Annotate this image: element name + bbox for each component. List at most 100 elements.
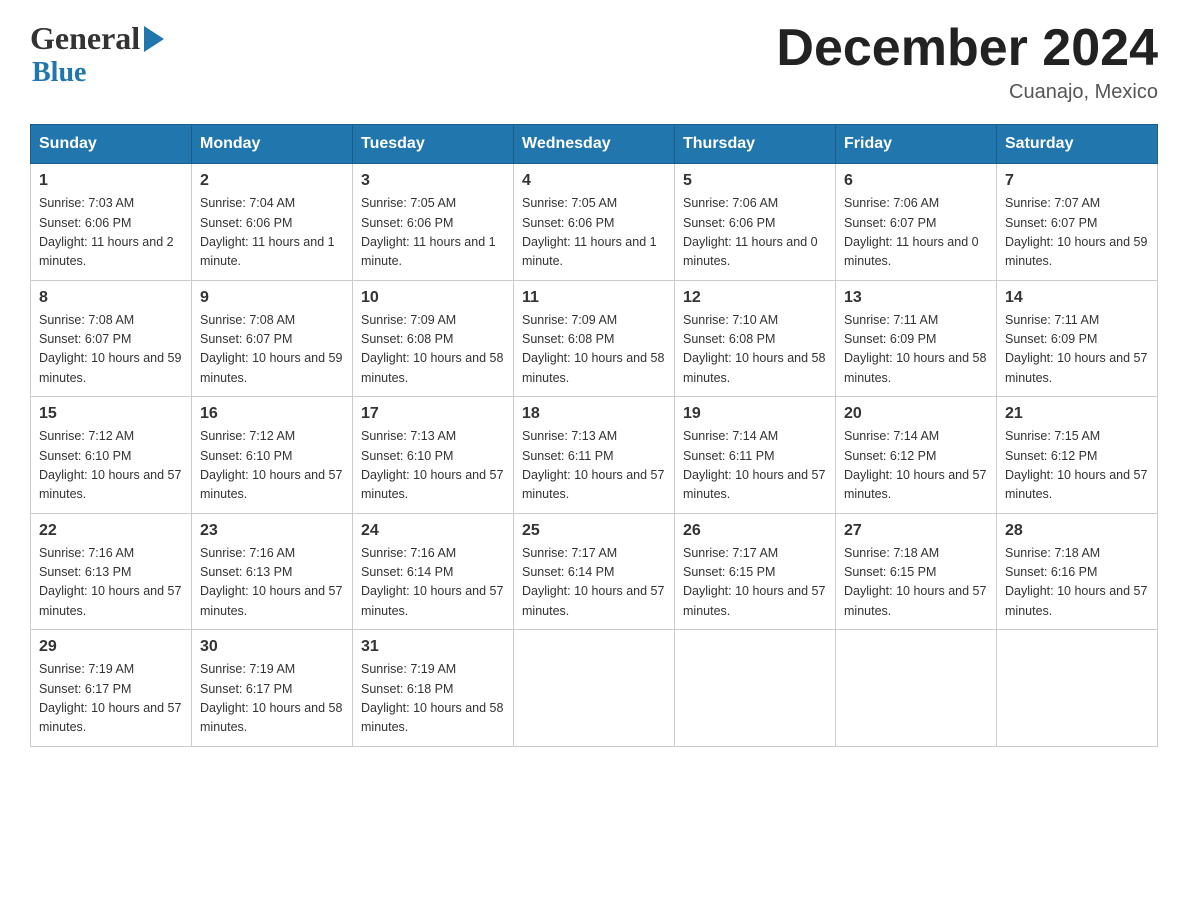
day-info: Sunrise: 7:15 AMSunset: 6:12 PMDaylight:… <box>1005 429 1147 501</box>
calendar-day-30: 30 Sunrise: 7:19 AMSunset: 6:17 PMDaylig… <box>192 630 353 747</box>
calendar-day-24: 24 Sunrise: 7:16 AMSunset: 6:14 PMDaylig… <box>353 513 514 630</box>
calendar-day-28: 28 Sunrise: 7:18 AMSunset: 6:16 PMDaylig… <box>997 513 1158 630</box>
calendar-day-17: 17 Sunrise: 7:13 AMSunset: 6:10 PMDaylig… <box>353 397 514 514</box>
day-number: 8 <box>39 289 183 307</box>
day-info: Sunrise: 7:06 AMSunset: 6:07 PMDaylight:… <box>844 196 979 268</box>
day-info: Sunrise: 7:13 AMSunset: 6:10 PMDaylight:… <box>361 429 503 501</box>
calendar-day-empty <box>675 630 836 747</box>
month-title: December 2024 <box>776 20 1158 77</box>
day-number: 12 <box>683 289 827 307</box>
day-number: 13 <box>844 289 988 307</box>
logo: General Blue <box>30 20 164 89</box>
day-info: Sunrise: 7:05 AMSunset: 6:06 PMDaylight:… <box>522 196 657 268</box>
header-thursday: Thursday <box>675 125 836 164</box>
day-number: 10 <box>361 289 505 307</box>
calendar-table: SundayMondayTuesdayWednesdayThursdayFrid… <box>30 124 1158 747</box>
calendar-day-13: 13 Sunrise: 7:11 AMSunset: 6:09 PMDaylig… <box>836 280 997 397</box>
day-info: Sunrise: 7:18 AMSunset: 6:15 PMDaylight:… <box>844 546 986 618</box>
calendar-day-3: 3 Sunrise: 7:05 AMSunset: 6:06 PMDayligh… <box>353 164 514 281</box>
calendar-day-empty <box>514 630 675 747</box>
calendar-day-18: 18 Sunrise: 7:13 AMSunset: 6:11 PMDaylig… <box>514 397 675 514</box>
day-number: 26 <box>683 522 827 540</box>
day-number: 27 <box>844 522 988 540</box>
calendar-day-23: 23 Sunrise: 7:16 AMSunset: 6:13 PMDaylig… <box>192 513 353 630</box>
header-wednesday: Wednesday <box>514 125 675 164</box>
day-info: Sunrise: 7:14 AMSunset: 6:11 PMDaylight:… <box>683 429 825 501</box>
day-info: Sunrise: 7:18 AMSunset: 6:16 PMDaylight:… <box>1005 546 1147 618</box>
day-info: Sunrise: 7:08 AMSunset: 6:07 PMDaylight:… <box>39 313 181 385</box>
day-info: Sunrise: 7:12 AMSunset: 6:10 PMDaylight:… <box>200 429 342 501</box>
day-number: 11 <box>522 289 666 307</box>
logo-triangle-icon <box>144 26 164 52</box>
calendar-day-5: 5 Sunrise: 7:06 AMSunset: 6:06 PMDayligh… <box>675 164 836 281</box>
day-info: Sunrise: 7:11 AMSunset: 6:09 PMDaylight:… <box>844 313 986 385</box>
day-info: Sunrise: 7:04 AMSunset: 6:06 PMDaylight:… <box>200 196 335 268</box>
calendar-day-16: 16 Sunrise: 7:12 AMSunset: 6:10 PMDaylig… <box>192 397 353 514</box>
calendar-day-29: 29 Sunrise: 7:19 AMSunset: 6:17 PMDaylig… <box>31 630 192 747</box>
day-number: 15 <box>39 405 183 423</box>
day-number: 16 <box>200 405 344 423</box>
day-number: 14 <box>1005 289 1149 307</box>
day-number: 20 <box>844 405 988 423</box>
header-tuesday: Tuesday <box>353 125 514 164</box>
calendar-day-22: 22 Sunrise: 7:16 AMSunset: 6:13 PMDaylig… <box>31 513 192 630</box>
day-info: Sunrise: 7:09 AMSunset: 6:08 PMDaylight:… <box>361 313 503 385</box>
calendar-header-row: SundayMondayTuesdayWednesdayThursdayFrid… <box>31 125 1158 164</box>
calendar-day-20: 20 Sunrise: 7:14 AMSunset: 6:12 PMDaylig… <box>836 397 997 514</box>
day-info: Sunrise: 7:12 AMSunset: 6:10 PMDaylight:… <box>39 429 181 501</box>
day-number: 3 <box>361 172 505 190</box>
day-number: 22 <box>39 522 183 540</box>
day-info: Sunrise: 7:17 AMSunset: 6:14 PMDaylight:… <box>522 546 664 618</box>
day-info: Sunrise: 7:10 AMSunset: 6:08 PMDaylight:… <box>683 313 825 385</box>
day-number: 19 <box>683 405 827 423</box>
calendar-day-19: 19 Sunrise: 7:14 AMSunset: 6:11 PMDaylig… <box>675 397 836 514</box>
page-header: General Blue December 2024 Cuanajo, Mexi… <box>30 20 1158 104</box>
location-text: Cuanajo, Mexico <box>776 81 1158 104</box>
calendar-day-empty <box>997 630 1158 747</box>
day-info: Sunrise: 7:08 AMSunset: 6:07 PMDaylight:… <box>200 313 342 385</box>
day-info: Sunrise: 7:05 AMSunset: 6:06 PMDaylight:… <box>361 196 496 268</box>
day-number: 29 <box>39 638 183 656</box>
calendar-day-2: 2 Sunrise: 7:04 AMSunset: 6:06 PMDayligh… <box>192 164 353 281</box>
day-number: 17 <box>361 405 505 423</box>
calendar-week-5: 29 Sunrise: 7:19 AMSunset: 6:17 PMDaylig… <box>31 630 1158 747</box>
calendar-day-empty <box>836 630 997 747</box>
day-number: 9 <box>200 289 344 307</box>
calendar-day-7: 7 Sunrise: 7:07 AMSunset: 6:07 PMDayligh… <box>997 164 1158 281</box>
day-number: 24 <box>361 522 505 540</box>
day-info: Sunrise: 7:16 AMSunset: 6:13 PMDaylight:… <box>39 546 181 618</box>
day-info: Sunrise: 7:03 AMSunset: 6:06 PMDaylight:… <box>39 196 174 268</box>
header-friday: Friday <box>836 125 997 164</box>
day-number: 30 <box>200 638 344 656</box>
header-saturday: Saturday <box>997 125 1158 164</box>
title-block: December 2024 Cuanajo, Mexico <box>776 20 1158 104</box>
logo-general-text: General <box>30 20 140 57</box>
calendar-day-9: 9 Sunrise: 7:08 AMSunset: 6:07 PMDayligh… <box>192 280 353 397</box>
day-info: Sunrise: 7:14 AMSunset: 6:12 PMDaylight:… <box>844 429 986 501</box>
calendar-week-3: 15 Sunrise: 7:12 AMSunset: 6:10 PMDaylig… <box>31 397 1158 514</box>
calendar-day-10: 10 Sunrise: 7:09 AMSunset: 6:08 PMDaylig… <box>353 280 514 397</box>
day-info: Sunrise: 7:07 AMSunset: 6:07 PMDaylight:… <box>1005 196 1147 268</box>
day-number: 21 <box>1005 405 1149 423</box>
day-number: 7 <box>1005 172 1149 190</box>
day-number: 5 <box>683 172 827 190</box>
day-info: Sunrise: 7:09 AMSunset: 6:08 PMDaylight:… <box>522 313 664 385</box>
day-info: Sunrise: 7:13 AMSunset: 6:11 PMDaylight:… <box>522 429 664 501</box>
day-info: Sunrise: 7:19 AMSunset: 6:18 PMDaylight:… <box>361 662 503 734</box>
day-info: Sunrise: 7:16 AMSunset: 6:14 PMDaylight:… <box>361 546 503 618</box>
calendar-day-6: 6 Sunrise: 7:06 AMSunset: 6:07 PMDayligh… <box>836 164 997 281</box>
day-number: 31 <box>361 638 505 656</box>
calendar-day-25: 25 Sunrise: 7:17 AMSunset: 6:14 PMDaylig… <box>514 513 675 630</box>
day-number: 28 <box>1005 522 1149 540</box>
day-number: 25 <box>522 522 666 540</box>
calendar-week-1: 1 Sunrise: 7:03 AMSunset: 6:06 PMDayligh… <box>31 164 1158 281</box>
calendar-day-8: 8 Sunrise: 7:08 AMSunset: 6:07 PMDayligh… <box>31 280 192 397</box>
day-number: 2 <box>200 172 344 190</box>
day-info: Sunrise: 7:17 AMSunset: 6:15 PMDaylight:… <box>683 546 825 618</box>
calendar-day-4: 4 Sunrise: 7:05 AMSunset: 6:06 PMDayligh… <box>514 164 675 281</box>
calendar-day-31: 31 Sunrise: 7:19 AMSunset: 6:18 PMDaylig… <box>353 630 514 747</box>
header-monday: Monday <box>192 125 353 164</box>
calendar-day-14: 14 Sunrise: 7:11 AMSunset: 6:09 PMDaylig… <box>997 280 1158 397</box>
day-number: 1 <box>39 172 183 190</box>
logo-blue-text: Blue <box>32 57 86 88</box>
